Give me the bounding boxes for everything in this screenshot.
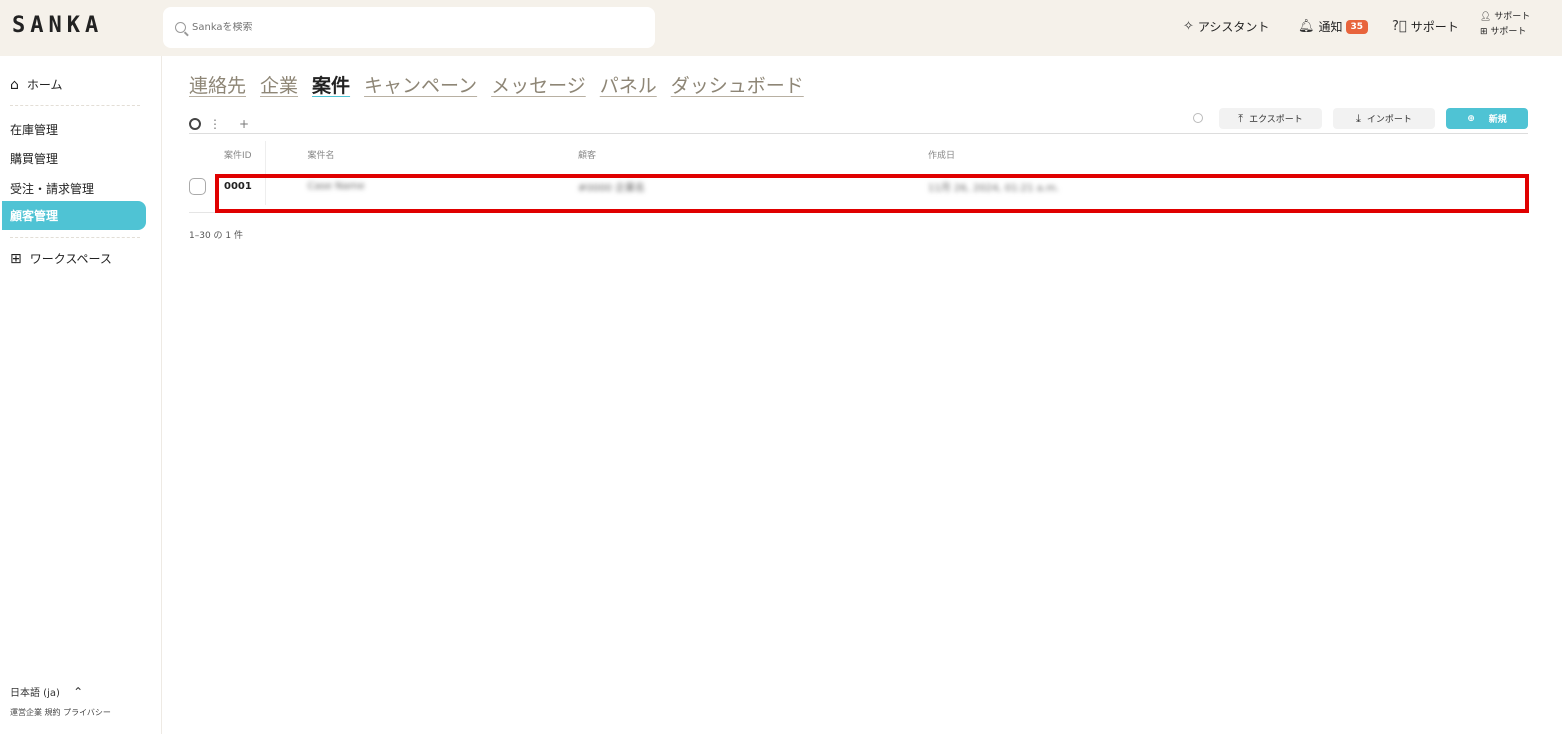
home-icon: ⌂ (10, 76, 19, 93)
language-selector[interactable]: 日本語 (ja) ⌃ (10, 684, 83, 699)
tab-companies[interactable]: 企業 (260, 71, 298, 98)
import-label: インポート (1366, 115, 1412, 125)
notification-label: 通知 (1318, 20, 1343, 34)
highlight-box (215, 174, 1529, 213)
help-icon: ?⃝ (1392, 19, 1407, 34)
app-logo[interactable]: SANKA (12, 13, 103, 38)
export-label: エクスポート (1249, 115, 1303, 125)
add-view-button[interactable]: + (239, 117, 249, 131)
wand-icon: ✧ (1183, 19, 1194, 34)
tab-deals[interactable]: 案件 (312, 71, 350, 98)
notification-button[interactable]: 🔔︎ 通知 35 (1298, 18, 1369, 35)
table-header-row: 案件ID 案件名 顧客 作成日 (189, 141, 1528, 167)
tab-messages[interactable]: メッセージ (491, 71, 586, 98)
user-menu[interactable]: 👤︎ サポート ⊞ サポート (1480, 10, 1530, 40)
export-button[interactable]: ⤒ エクスポート (1219, 108, 1322, 129)
new-label: 新規 (1488, 115, 1507, 125)
download-icon: ⤓ (1356, 111, 1361, 125)
search-input[interactable] (192, 22, 592, 33)
sidebar-divider (10, 237, 140, 238)
view-selector: ⋮ + (189, 117, 249, 131)
assistant-label: アシスタント (1197, 20, 1270, 34)
upload-icon: ⤒ (1238, 111, 1244, 125)
plus-icon: ⊕ (1467, 113, 1475, 124)
header-customer[interactable]: 顧客 (578, 141, 928, 167)
top-bar: SANKA ✧ アシスタント 🔔︎ 通知 35 ?⃝ サポート 👤︎ サポート … (0, 0, 1562, 56)
tab-dashboards[interactable]: ダッシュボード (671, 71, 804, 98)
search-icon (175, 22, 186, 33)
new-button[interactable]: ⊕ 新規 (1446, 108, 1528, 129)
tab-contacts[interactable]: 連絡先 (189, 71, 246, 98)
sidebar-item-inventory[interactable]: 在庫管理 (10, 121, 58, 138)
bell-icon: 🔔︎ (1298, 19, 1315, 34)
notification-badge: 35 (1345, 19, 1369, 34)
row-checkbox[interactable] (189, 177, 206, 195)
support-label: サポート (1410, 20, 1459, 34)
user-line1: サポート (1494, 12, 1531, 22)
sidebar-divider (10, 105, 140, 106)
sidebar-item-orders[interactable]: 受注・請求管理 (10, 180, 94, 197)
workspace-label: ワークスペース (29, 252, 112, 266)
sidebar: ⌂ ホーム 在庫管理 購買管理 受注・請求管理 顧客管理 ⊞ ワークスペース 日… (0, 56, 162, 734)
view-menu-icon[interactable]: ⋮ (209, 117, 221, 131)
global-search[interactable] (163, 7, 655, 48)
tab-panels[interactable]: パネル (600, 71, 657, 98)
user-line2: サポート (1490, 27, 1527, 37)
language-label: 日本語 (ja) (10, 688, 60, 699)
tab-campaigns[interactable]: キャンペーン (364, 71, 477, 98)
sidebar-item-customers[interactable]: 顧客管理 (2, 201, 146, 230)
sidebar-item-workspace[interactable]: ⊞ ワークスペース (10, 250, 112, 267)
header-deal-id[interactable]: 案件ID (216, 141, 266, 167)
support-button[interactable]: ?⃝ サポート (1392, 18, 1459, 35)
chevron-up-icon: ⌃ (73, 685, 84, 699)
view-divider (189, 133, 1528, 134)
pagination-summary: 1–30 の 1 件 (189, 231, 243, 241)
header-deal-name[interactable]: 案件名 (265, 141, 578, 167)
header-created[interactable]: 作成日 (928, 141, 1528, 167)
user-icon: 👤︎ (1480, 12, 1495, 22)
object-tabs: 連絡先 企業 案件 キャンペーン メッセージ パネル ダッシュボード (189, 71, 818, 98)
sidebar-item-home[interactable]: ⌂ ホーム (10, 76, 63, 93)
org-icon: ⊞ (1480, 27, 1491, 37)
footer-links[interactable]: 運営企業 規約 プライバシー (10, 707, 111, 718)
view-default-icon[interactable] (189, 118, 201, 130)
grid-plus-icon: ⊞ (10, 250, 22, 267)
assistant-button[interactable]: ✧ アシスタント (1183, 18, 1269, 35)
sidebar-item-purchasing[interactable]: 購買管理 (10, 150, 58, 167)
table-search-icon[interactable] (1193, 113, 1203, 123)
import-button[interactable]: ⤓ インポート (1333, 108, 1435, 129)
sidebar-home-label: ホーム (26, 78, 63, 92)
